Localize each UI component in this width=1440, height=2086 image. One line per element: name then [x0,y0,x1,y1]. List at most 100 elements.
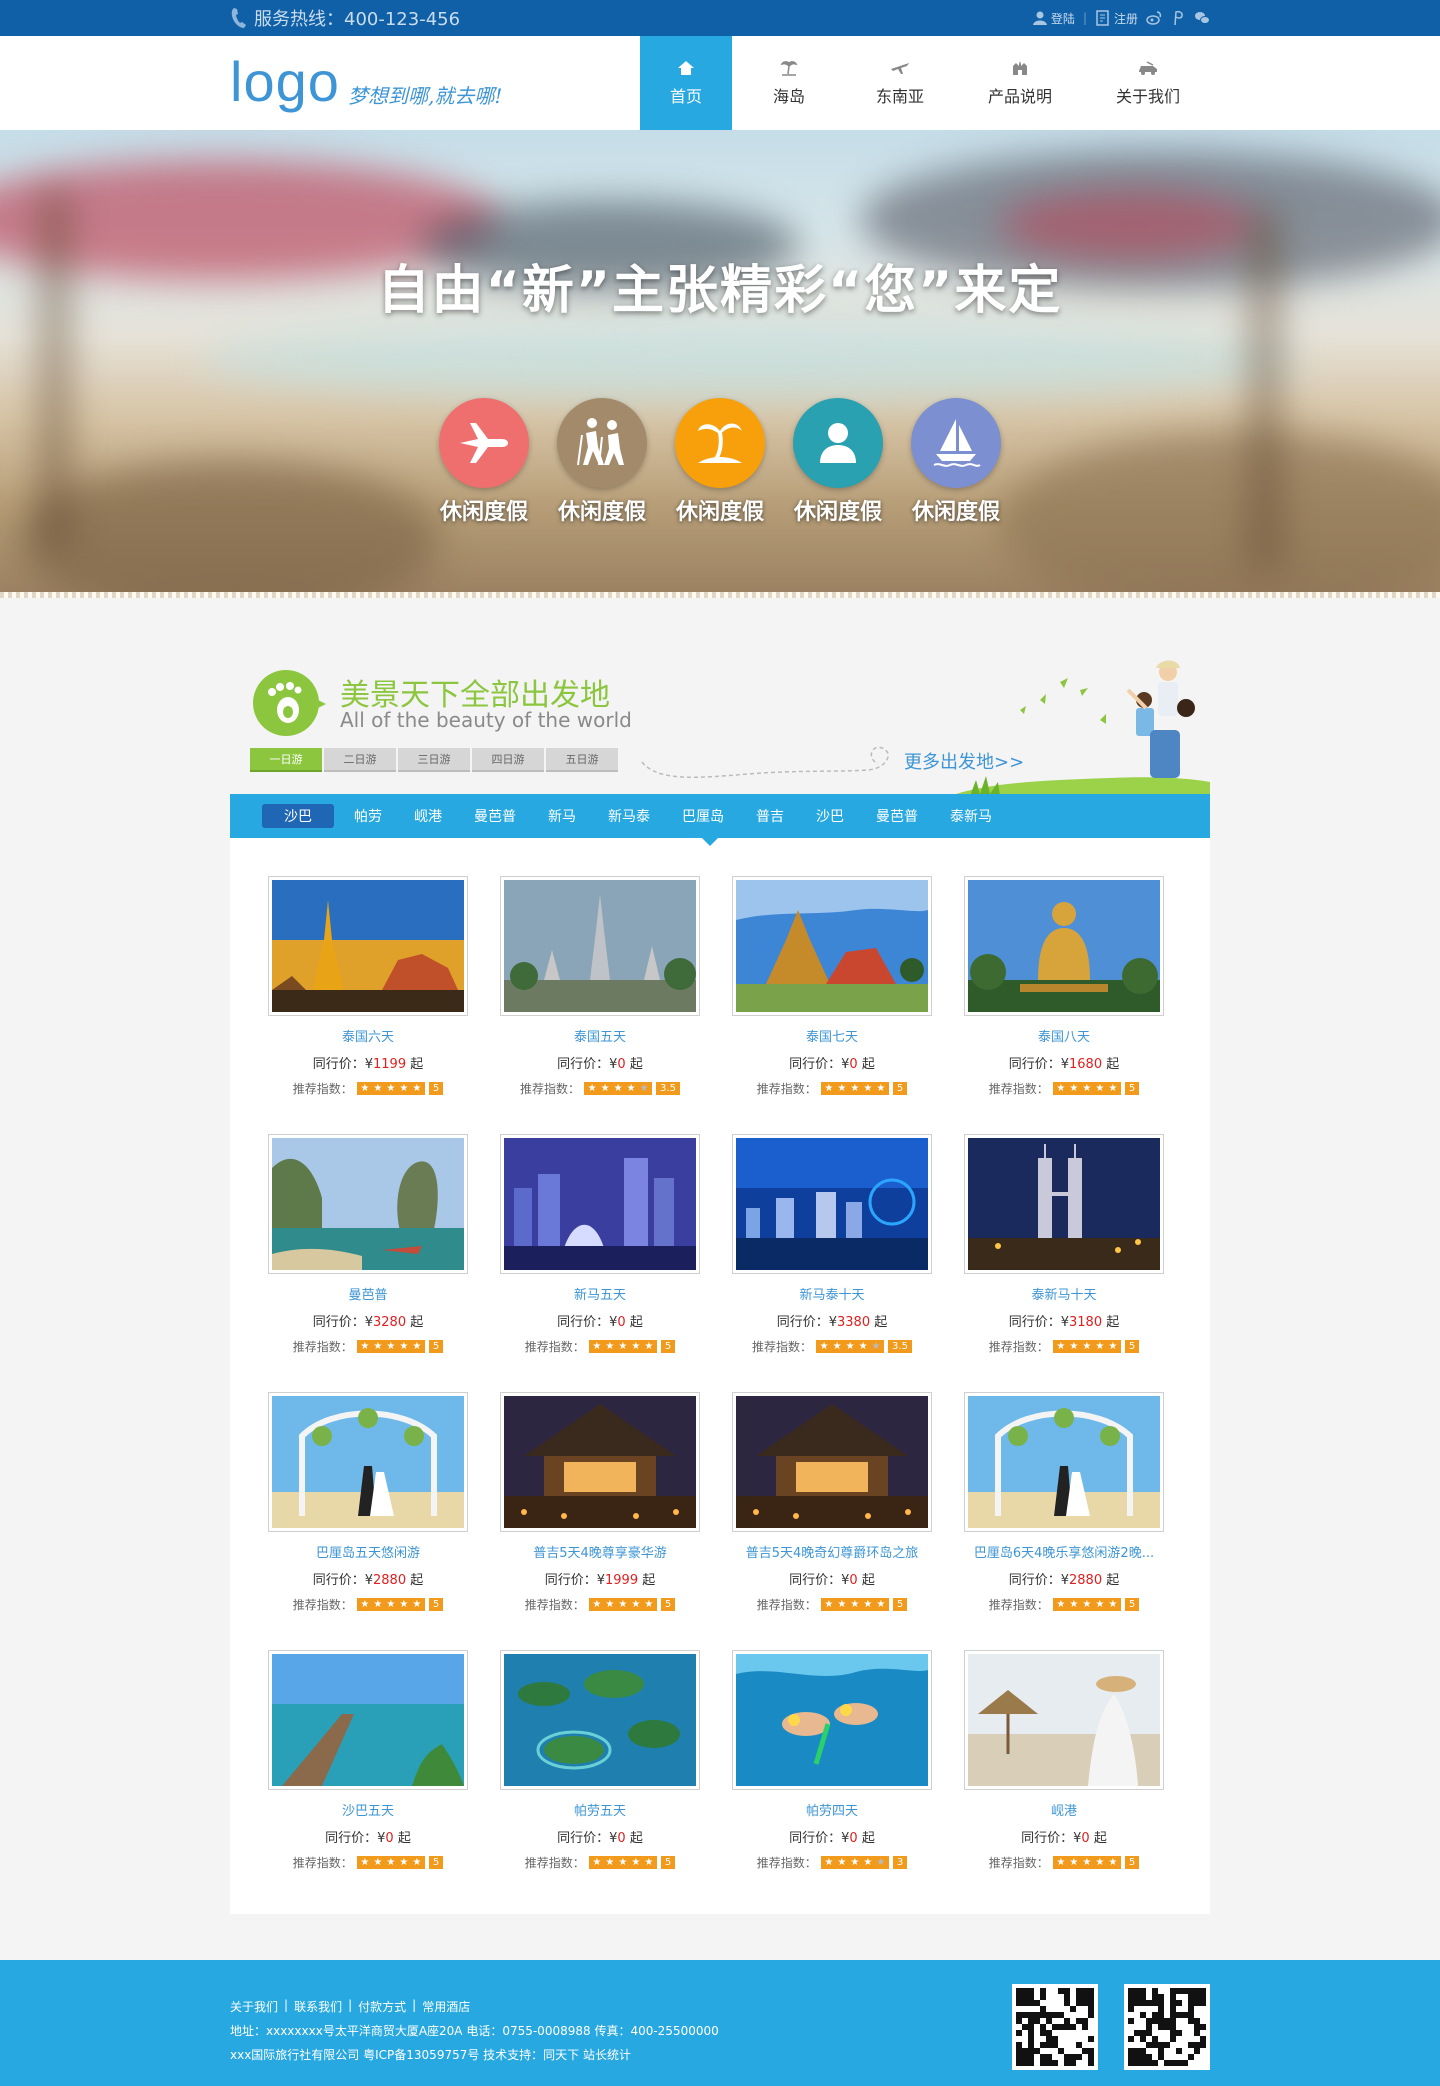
product-image[interactable] [500,876,700,1016]
nav-product-info[interactable]: 产品说明 [954,36,1086,130]
product-name[interactable]: 泰国八天 [964,1026,1164,1045]
product-name[interactable]: 普吉5天4晚尊享豪华游 [500,1542,700,1561]
star-rating: ★ ★ ★ ★ ★ [356,1856,425,1869]
scene-photo [272,1654,464,1786]
product-name[interactable]: 巴厘岛五天悠闲游 [268,1542,468,1561]
star-icon: ★ [358,1599,371,1610]
product-card[interactable]: 普吉5天4晚奇幻尊爵环岛之旅 同行价：¥0 起 推荐指数： ★ ★ ★ ★ ★ 5 [732,1392,932,1620]
nav-southeast-asia[interactable]: 东南亚 [846,36,954,130]
product-name[interactable]: 曼芭普 [268,1284,468,1303]
tab-four-day[interactable]: 四日游 [472,748,544,772]
currency: ¥ [364,1057,374,1072]
star-icon: ★ [590,1857,603,1868]
product-card[interactable]: 新马泰十天 同行价：¥3380 起 推荐指数： ★ ★ ★ ★ ★ 3.5 [732,1134,932,1362]
feature-airplane[interactable]: 休闲度假 [439,398,529,526]
product-card[interactable]: 帕劳四天 同行价：¥0 起 推荐指数： ★ ★ ★ ★ ★ 3 [732,1650,932,1878]
product-image[interactable] [964,1392,1164,1532]
product-card[interactable]: 泰国八天 同行价：¥1680 起 推荐指数： ★ ★ ★ ★ ★ 5 [964,876,1164,1104]
product-card[interactable]: 帕劳五天 同行价：¥0 起 推荐指数： ★ ★ ★ ★ ★ 5 [500,1650,700,1878]
product-name[interactable]: 泰国五天 [500,1026,700,1045]
product-image[interactable] [500,1392,700,1532]
price-label: 同行价： [1008,1573,1061,1588]
scene-photo [736,1654,928,1786]
wechat-icon[interactable] [1194,10,1210,26]
product-image[interactable] [732,876,932,1016]
footer-link-contact[interactable]: 联系我们 [294,1998,342,2015]
product-name[interactable]: 沙巴五天 [268,1800,468,1819]
product-name[interactable]: 新马泰十天 [732,1284,932,1303]
product-card[interactable]: 岘港 同行价：¥0 起 推荐指数： ★ ★ ★ ★ ★ 5 [964,1650,1164,1878]
product-price: 同行价：¥1199 起 [268,1053,468,1072]
product-image[interactable] [732,1392,932,1532]
product-name[interactable]: 泰新马十天 [964,1284,1164,1303]
city-tab[interactable]: 曼芭普 [864,804,930,828]
weixin-icon[interactable] [1170,10,1186,26]
city-tab[interactable]: 岘港 [402,804,454,828]
product-card[interactable]: 新马五天 同行价：¥0 起 推荐指数： ★ ★ ★ ★ ★ 5 [500,1134,700,1362]
rating-score: 5 [892,1598,908,1611]
product-card[interactable]: 泰国五天 同行价：¥0 起 推荐指数： ★ ★ ★ ★ ★ 3.5 [500,876,700,1104]
city-tab[interactable]: 沙巴 [262,804,334,828]
city-tab[interactable]: 普吉 [744,804,796,828]
feature-hikers[interactable]: 休闲度假 [557,398,647,526]
register-link[interactable]: 注册 [1095,10,1138,27]
product-image[interactable] [500,1650,700,1790]
product-card[interactable]: 泰国七天 同行价：¥0 起 推荐指数： ★ ★ ★ ★ ★ 5 [732,876,932,1104]
product-name[interactable]: 泰国六天 [268,1026,468,1045]
product-name[interactable]: 帕劳四天 [732,1800,932,1819]
footer: 关于我们 | 联系我们 | 付款方式 | 常用酒店 地址：xxxxxxxx号太平洋商贸… [0,1960,1440,2086]
login-link[interactable]: 登陆 [1032,10,1075,27]
feature-sailboat[interactable]: 休闲度假 [911,398,1001,526]
city-tab[interactable]: 巴厘岛 [670,804,736,828]
feature-palm[interactable]: 休闲度假 [675,398,765,526]
city-tab[interactable]: 新马泰 [596,804,662,828]
product-image[interactable] [964,1134,1164,1274]
footer-link-hotels[interactable]: 常用酒店 [422,1998,470,2015]
city-tab[interactable]: 新马 [536,804,588,828]
city-tab[interactable]: 泰新马 [938,804,1004,828]
nav-island[interactable]: 海岛 [732,36,846,130]
product-name[interactable]: 巴厘岛6天4晚乐享悠闲游2晚... [964,1542,1164,1561]
product-card[interactable]: 巴厘岛6天4晚乐享悠闲游2晚... 同行价：¥2880 起 推荐指数： ★ ★ ★ ★… [964,1392,1164,1620]
footer-link-about[interactable]: 关于我们 [230,1998,278,2015]
product-image[interactable] [268,1650,468,1790]
product-card[interactable]: 普吉5天4晚尊享豪华游 同行价：¥1999 起 推荐指数： ★ ★ ★ ★ ★ 5 [500,1392,700,1620]
city-tab[interactable]: 沙巴 [804,804,856,828]
city-tab[interactable]: 曼芭普 [462,804,528,828]
product-image[interactable] [500,1134,700,1274]
footer-link-payment[interactable]: 付款方式 [358,1998,406,2015]
nav-home[interactable]: 首页 [640,36,732,130]
product-image[interactable] [732,1650,932,1790]
star-icon: ★ [1106,1341,1119,1352]
product-card[interactable]: 曼芭普 同行价：¥3280 起 推荐指数： ★ ★ ★ ★ ★ 5 [268,1134,468,1362]
product-name[interactable]: 新马五天 [500,1284,700,1303]
nav-about-us[interactable]: 关于我们 [1086,36,1210,130]
logo[interactable]: logo [230,52,340,112]
product-card[interactable]: 泰新马十天 同行价：¥3180 起 推荐指数： ★ ★ ★ ★ ★ 5 [964,1134,1164,1362]
product-image[interactable] [964,876,1164,1016]
product-image[interactable] [268,1392,468,1532]
product-name[interactable]: 泰国七天 [732,1026,932,1045]
product-name[interactable]: 岘港 [964,1800,1164,1819]
product-image[interactable] [964,1650,1164,1790]
tab-five-day[interactable]: 五日游 [546,748,618,772]
product-card[interactable]: 巴厘岛五天悠闲游 同行价：¥2880 起 推荐指数： ★ ★ ★ ★ ★ 5 [268,1392,468,1620]
product-card[interactable]: 沙巴五天 同行价：¥0 起 推荐指数： ★ ★ ★ ★ ★ 5 [268,1650,468,1878]
product-name[interactable]: 普吉5天4晚奇幻尊爵环岛之旅 [732,1542,932,1561]
feature-person[interactable]: 休闲度假 [793,398,883,526]
qr-code-icon [1016,1988,1094,2066]
tab-two-day[interactable]: 二日游 [324,748,396,772]
product-rating: 推荐指数： ★ ★ ★ ★ ★ 5 [268,1596,468,1613]
product-name[interactable]: 帕劳五天 [500,1800,700,1819]
product-card[interactable]: 泰国六天 同行价：¥1199 起 推荐指数： ★ ★ ★ ★ ★ 5 [268,876,468,1104]
product-image[interactable] [268,1134,468,1274]
star-icon: ★ [1080,1857,1093,1868]
tab-one-day[interactable]: 一日游 [250,748,322,772]
feature-circle [675,398,765,488]
tab-three-day[interactable]: 三日游 [398,748,470,772]
price-label: 同行价： [557,1057,610,1072]
city-tab[interactable]: 帕劳 [342,804,394,828]
product-image[interactable] [732,1134,932,1274]
product-image[interactable] [268,876,468,1016]
weibo-icon[interactable] [1146,10,1162,26]
